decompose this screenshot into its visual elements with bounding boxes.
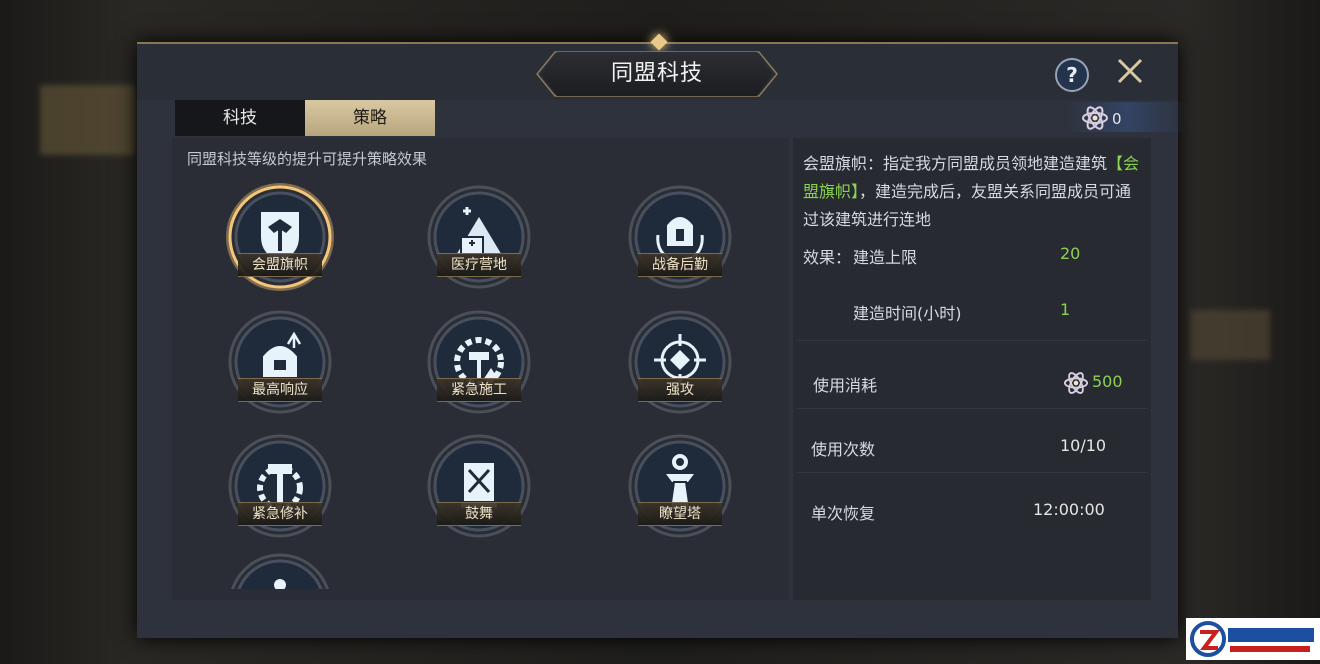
background-blur-left [40,85,135,155]
node-label: 最高响应 [238,378,322,402]
site-watermark-logo [1186,618,1320,660]
node-label: 紧急修补 [238,502,322,526]
node-label: 战备后勤 [638,253,722,277]
atom-icon [1082,106,1108,130]
alliance-tech-panel: 同盟科技 ? 科技 策略 0 同盟科技等级的提升可提升策略效果 会盟旗帜 医疗营… [137,33,1187,638]
strategy-node-response[interactable]: 最高响应 [224,306,336,418]
watermark-logo-icon [1190,621,1314,657]
window-title: 同盟科技 [610,61,703,86]
node-label: 强攻 [638,378,722,402]
strategy-node-inspire[interactable]: 鼓舞 [423,430,535,542]
strategy-hint: 同盟科技等级的提升可提升策略效果 [187,150,428,168]
points-value: 0 [1112,110,1122,128]
effect-label: 效果： [803,248,852,267]
strategy-node-partial[interactable] [224,549,336,589]
divider [797,340,1147,341]
help-button[interactable]: ? [1055,58,1089,92]
recover-label: 单次恢复 [811,504,876,523]
strategy-node-watchtower[interactable]: 瞭望塔 [624,430,736,542]
effect-1-value: 20 [1060,244,1081,263]
uses-value: 10/10 [1060,436,1107,455]
strategy-node-construction[interactable]: 紧急施工 [423,306,535,418]
node-label: 紧急施工 [437,378,521,402]
close-icon[interactable] [1115,56,1145,86]
recover-value: 12:00:00 [1033,500,1105,519]
node-label: 会盟旗帜 [238,253,322,277]
effect-1-label: 建造上限 [853,248,918,267]
node-label: 瞭望塔 [638,502,722,526]
atom-icon [1063,372,1089,394]
effect-2-label: 建造时间(小时) [853,304,962,323]
node-label: 鼓舞 [437,502,521,526]
strategy-node-flag[interactable]: 会盟旗帜 [224,181,336,293]
desc-part1: ：指定我方同盟成员领地建造建筑 [867,154,1108,173]
partial-strategy-icon [231,553,329,589]
strategy-name: 会盟旗帜 [803,154,868,173]
strategy-node-assault[interactable]: 强攻 [624,306,736,418]
strategy-node-repair[interactable]: 紧急修补 [224,430,336,542]
divider [797,472,1147,473]
strategy-description: 会盟旗帜：指定我方同盟成员领地建造建筑【会盟旗帜】，建造完成后，友盟关系同盟成员… [803,150,1143,234]
tab-strategy[interactable]: 策略 [305,100,435,136]
strategy-node-medical[interactable]: 医疗营地 [423,181,535,293]
uses-label: 使用次数 [811,440,876,459]
node-label: 医疗营地 [437,253,521,277]
divider [797,408,1147,409]
cost-value: 500 [1092,372,1123,391]
background-blur-right [1190,310,1270,360]
tab-tech[interactable]: 科技 [175,100,305,136]
cost-label: 使用消耗 [813,376,878,395]
effect-2-value: 1 [1060,300,1071,319]
strategy-node-logistics[interactable]: 战备后勤 [624,181,736,293]
